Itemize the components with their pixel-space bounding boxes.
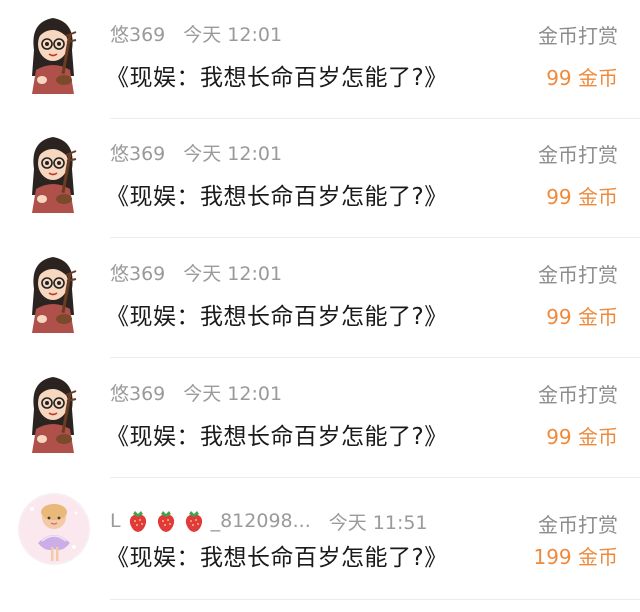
timestamp: 今天 12:01 — [183, 23, 283, 46]
avatar[interactable] — [20, 249, 86, 333]
divider — [110, 477, 640, 478]
username-suffix: _812098... — [210, 510, 311, 532]
list-item[interactable]: 悠369 今天 12:01 《现娱：我想长命百岁怎能了?》 金币打赏 99 金币 — [0, 359, 640, 478]
strawberry-icon — [157, 511, 174, 532]
reward-amount: 99 金币 — [546, 66, 618, 90]
reward-type: 金币打赏 — [538, 263, 618, 287]
timestamp: 今天 12:01 — [183, 382, 283, 405]
avatar[interactable] — [20, 10, 86, 94]
username[interactable]: L _812098... — [110, 509, 311, 533]
strawberry-emoji-group — [127, 509, 211, 533]
reward-amount: 199 金币 — [533, 545, 618, 569]
reward-amount: 99 金币 — [546, 305, 618, 329]
item-meta: 悠369 今天 12:01 — [110, 378, 282, 406]
list-item[interactable]: 悠369 今天 12:01 《现娱：我想长命百岁怎能了?》 金币打赏 99 金币 — [0, 239, 640, 358]
reward-type: 金币打赏 — [538, 24, 618, 48]
list-item[interactable]: L _812098... 今天 11:51 《现娱：我想长命百岁怎能了?》 金币… — [0, 479, 640, 612]
username[interactable]: 悠369 — [110, 139, 165, 166]
girl-avatar-icon — [32, 137, 77, 213]
divider — [110, 357, 640, 358]
reward-type: 金币打赏 — [538, 513, 618, 537]
reward-type: 金币打赏 — [538, 143, 618, 167]
avatar[interactable] — [20, 369, 86, 453]
book-title[interactable]: 《现娱：我想长命百岁怎能了?》 — [106, 538, 448, 572]
girl-avatar-icon — [32, 257, 77, 333]
ballerina-avatar-icon — [18, 493, 90, 565]
book-title[interactable]: 《现娱：我想长命百岁怎能了?》 — [106, 177, 448, 211]
username[interactable]: 悠369 — [110, 379, 165, 406]
timestamp: 今天 12:01 — [183, 142, 283, 165]
strawberry-icon — [129, 511, 146, 532]
item-meta: 悠369 今天 12:01 — [110, 138, 282, 166]
book-title[interactable]: 《现娱：我想长命百岁怎能了?》 — [106, 58, 448, 92]
avatar[interactable] — [18, 493, 90, 565]
item-meta: 悠369 今天 12:01 — [110, 258, 282, 286]
reward-amount: 99 金币 — [546, 425, 618, 449]
divider — [110, 237, 640, 238]
item-meta: L _812098... 今天 11:51 — [110, 507, 428, 535]
girl-avatar-icon — [32, 18, 77, 94]
avatar[interactable] — [20, 129, 86, 213]
item-meta: 悠369 今天 12:01 — [110, 19, 282, 47]
list-item[interactable]: 悠369 今天 12:01 《现娱：我想长命百岁怎能了?》 金币打赏 99 金币 — [0, 119, 640, 238]
username-prefix: L — [110, 510, 121, 532]
username[interactable]: 悠369 — [110, 259, 165, 286]
book-title[interactable]: 《现娱：我想长命百岁怎能了?》 — [106, 297, 448, 331]
girl-avatar-icon — [32, 377, 77, 453]
timestamp: 今天 12:01 — [183, 262, 283, 285]
reward-type: 金币打赏 — [538, 383, 618, 407]
timestamp: 今天 11:51 — [328, 511, 428, 534]
reward-amount: 99 金币 — [546, 185, 618, 209]
strawberry-icon — [185, 511, 202, 532]
reward-list: 悠369 今天 12:01 《现娱：我想长命百岁怎能了?》 金币打赏 99 金币 — [0, 0, 640, 612]
book-title[interactable]: 《现娱：我想长命百岁怎能了?》 — [106, 417, 448, 451]
divider — [110, 599, 640, 600]
username[interactable]: 悠369 — [110, 20, 165, 47]
list-item[interactable]: 悠369 今天 12:01 《现娱：我想长命百岁怎能了?》 金币打赏 99 金币 — [0, 0, 640, 119]
